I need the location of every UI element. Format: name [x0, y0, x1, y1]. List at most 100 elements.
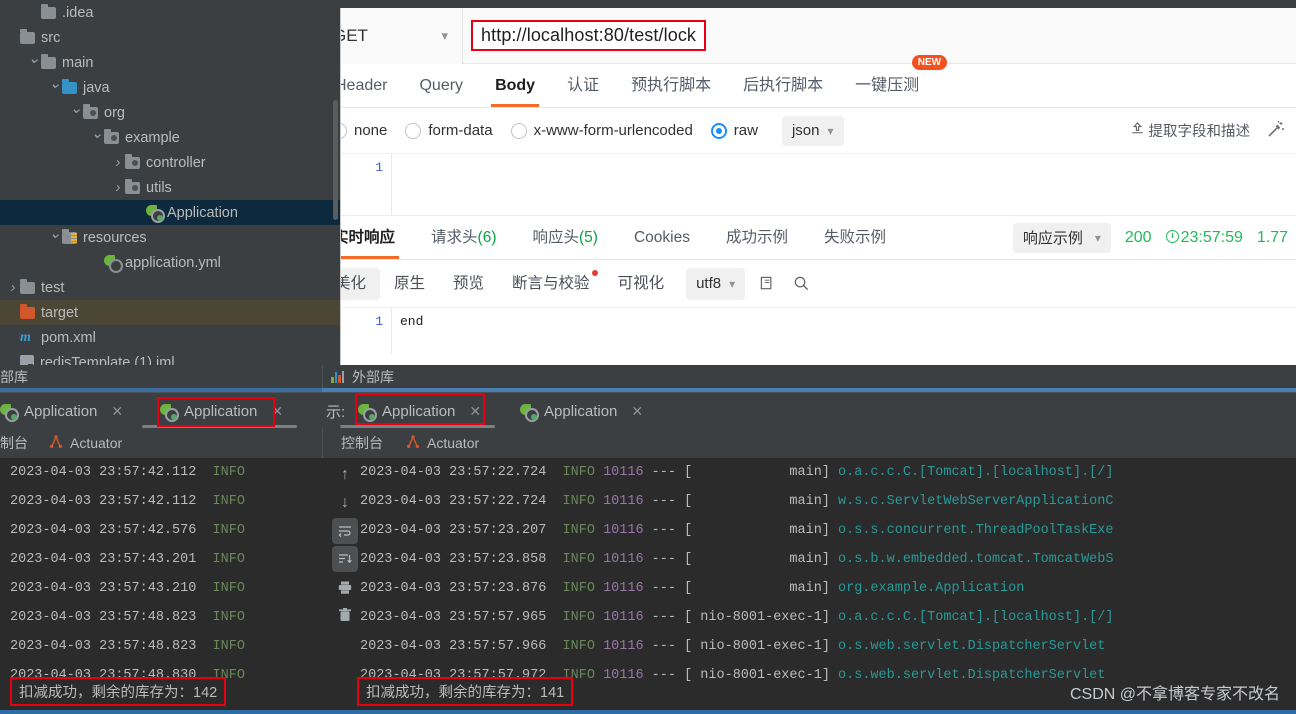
trash-icon[interactable]	[332, 602, 358, 628]
chevron-down-icon[interactable]	[69, 100, 83, 125]
chevron-right-icon[interactable]	[111, 150, 125, 175]
console-output-left[interactable]: 2023-04-03 23:57:42.112 INFO 2023-04-03 2…	[0, 458, 322, 714]
response-tab-3[interactable]: Cookies	[616, 216, 708, 259]
tree-item--idea[interactable]: .idea	[0, 0, 340, 25]
radio-icon[interactable]	[710, 122, 727, 139]
magic-wand-icon[interactable]	[1266, 119, 1288, 142]
project-tree[interactable]: .ideasrcmain java orgexample controller util…	[0, 0, 340, 380]
request-tab-label: Body	[495, 77, 536, 94]
chevron-down-icon: ▾	[729, 276, 736, 291]
response-body-viewer[interactable]: 1 end	[341, 308, 1296, 354]
format-button-0[interactable]: 美化	[341, 267, 381, 300]
response-tab-4[interactable]: 成功示例	[708, 216, 806, 259]
radio-icon[interactable]	[341, 122, 347, 139]
console-tab-left[interactable]: 制台	[0, 433, 28, 453]
request-tab-5[interactable]: 后执行脚本	[727, 64, 839, 107]
tree-item-label: controller	[146, 154, 206, 171]
tree-item-controller[interactable]: controller	[0, 150, 340, 175]
chevron-down-icon[interactable]	[48, 75, 62, 100]
body-type-none[interactable]: none	[341, 122, 387, 139]
chevron-down-icon[interactable]	[48, 225, 62, 250]
tree-item-target[interactable]: target	[0, 300, 340, 325]
close-icon[interactable]: ✕	[111, 403, 123, 420]
request-tab-0[interactable]: Header	[341, 64, 403, 107]
run-tab-3[interactable]: Application ✕	[520, 393, 643, 429]
response-tab-5[interactable]: 失败示例	[806, 216, 904, 259]
tree-item-resources[interactable]: resources	[0, 225, 340, 250]
format-button-1[interactable]: 原生	[380, 268, 439, 300]
close-icon[interactable]: ✕	[631, 403, 643, 420]
request-tab-6[interactable]: 一键压测 NEW	[839, 55, 948, 107]
request-tab-2[interactable]: Body	[479, 64, 551, 107]
arrow-down-icon[interactable]: ↓	[332, 490, 358, 516]
console-toolbar[interactable]: ↑ ↓	[330, 462, 360, 662]
tree-item-java[interactable]: java	[0, 75, 340, 100]
run-tab-0[interactable]: Application ✕	[0, 393, 123, 429]
log-logger: org.example.Application	[838, 581, 1025, 596]
tree-item-application[interactable]: Application	[0, 200, 340, 225]
package-icon	[125, 178, 140, 194]
log-logger: o.s.web.servlet.DispatcherServlet	[838, 668, 1106, 683]
tree-item-test[interactable]: test	[0, 275, 340, 300]
close-icon[interactable]: ✕	[271, 403, 283, 420]
run-tabs-bar[interactable]: Application ✕ Application ✕ Application ✕ Appl…	[0, 392, 1296, 428]
raw-format-select[interactable]: json ▾	[781, 115, 844, 146]
chevron-right-icon[interactable]	[111, 175, 125, 200]
format-button-3[interactable]: 断言与校验	[498, 268, 604, 300]
console-output-right[interactable]: 2023-04-03 23:57:22.724 INFO 10116 --- […	[322, 458, 1296, 714]
copy-icon[interactable]	[755, 272, 779, 296]
tree-scrollbar[interactable]	[333, 100, 338, 220]
log-level: INFO	[562, 523, 595, 538]
search-icon[interactable]	[789, 272, 813, 296]
tree-item-main[interactable]: main	[0, 50, 340, 75]
url-input[interactable]: http://localhost:80/test/lock	[471, 20, 707, 51]
editor-content[interactable]	[391, 154, 1296, 215]
run-tab-1[interactable]: Application ✕	[160, 393, 283, 429]
request-tab-4[interactable]: 预执行脚本	[615, 64, 727, 107]
radio-icon[interactable]	[510, 122, 527, 139]
print-icon[interactable]	[332, 574, 358, 600]
console-tab-right[interactable]: 控制台	[341, 433, 383, 453]
chevron-down-icon[interactable]	[90, 125, 104, 150]
arrow-up-icon[interactable]: ↑	[332, 462, 358, 488]
log-logger: o.s.s.concurrent.ThreadPoolTaskExe	[838, 523, 1114, 538]
body-type-form-data[interactable]: form-data	[405, 122, 493, 139]
actuator-tab-left[interactable]: Actuator	[48, 434, 122, 452]
radio-icon[interactable]	[405, 122, 422, 139]
log-timestamp: 2023-04-03 23:57:23.876	[360, 581, 547, 596]
encoding-select[interactable]: utf8 ▾	[686, 267, 746, 300]
tree-item-application-yml[interactable]: application.yml	[0, 250, 340, 275]
response-tab-0[interactable]: 实时响应	[341, 216, 413, 259]
response-tab-1[interactable]: 请求头(6)	[413, 216, 514, 259]
chevron-down-icon[interactable]	[27, 50, 41, 75]
response-tabs[interactable]: 实时响应请求头(6)响应头(5)Cookies成功示例失败示例 响应示例 ▾ 2…	[341, 216, 1296, 260]
request-tab-3[interactable]: 认证	[551, 64, 615, 107]
chevron-right-icon[interactable]	[6, 275, 20, 300]
soft-wrap-icon[interactable]	[332, 518, 358, 544]
response-example-select[interactable]: 响应示例 ▾	[1012, 222, 1111, 253]
request-tab-1[interactable]: Query	[403, 64, 479, 107]
log-thread: main]	[789, 494, 830, 509]
actuator-tab-right[interactable]: Actuator	[405, 434, 479, 452]
format-button-2[interactable]: 预览	[439, 268, 498, 300]
run-tab-2[interactable]: Application ✕	[358, 393, 481, 429]
tree-item-src[interactable]: src	[0, 25, 340, 50]
body-type-raw[interactable]: raw	[710, 122, 758, 139]
folder-icon	[41, 53, 56, 69]
tree-item-pom-xml[interactable]: m pom.xml	[0, 325, 340, 350]
request-body-editor[interactable]: 1	[341, 154, 1296, 216]
http-method-select[interactable]: GET ▾	[341, 8, 463, 64]
external-libraries-label-left: 部库	[0, 369, 28, 385]
scroll-to-end-icon[interactable]	[332, 546, 358, 572]
extract-fields-button[interactable]: 提取字段和描述	[1130, 120, 1250, 141]
format-button-4[interactable]: 可视化	[604, 268, 679, 300]
tree-item-example[interactable]: example	[0, 125, 340, 150]
close-icon[interactable]: ✕	[469, 403, 481, 420]
tree-item-org[interactable]: org	[0, 100, 340, 125]
run-subtabs-left[interactable]: 制台 Actuator	[0, 428, 322, 458]
body-type-x-www-form-urlencoded[interactable]: x-www-form-urlencoded	[510, 122, 693, 139]
run-subtabs-right[interactable]: 控制台 Actuator	[322, 428, 1296, 458]
response-tab-2[interactable]: 响应头(5)	[514, 216, 615, 259]
request-tabs[interactable]: Header Query Body 认证 预执行脚本 后执行脚本 一键压测 NEW	[341, 55, 1296, 108]
tree-item-utils[interactable]: utils	[0, 175, 340, 200]
